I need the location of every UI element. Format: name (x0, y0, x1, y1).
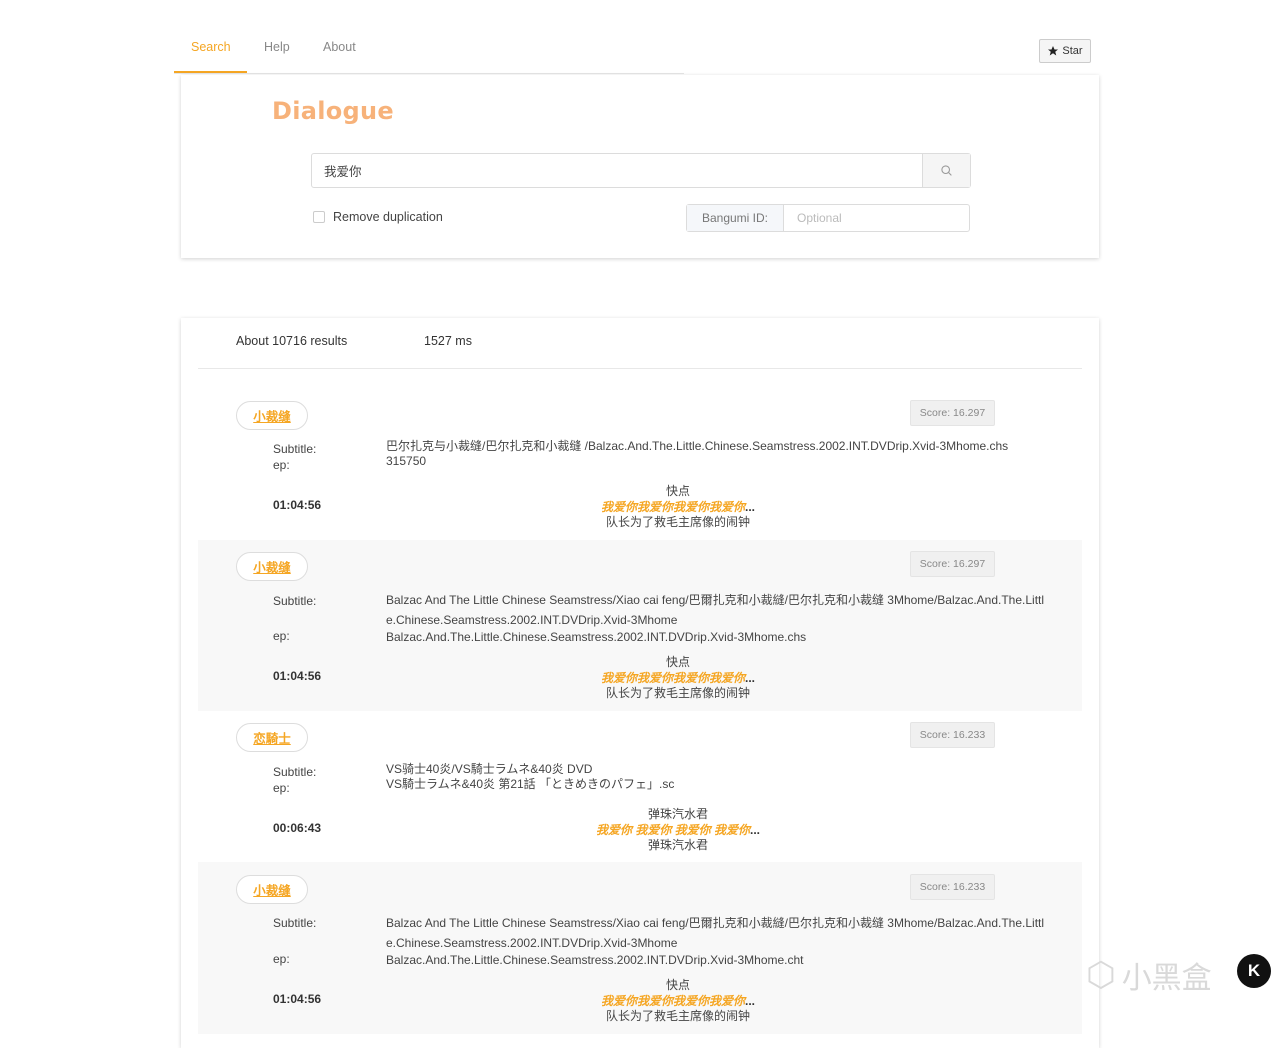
match-text: 我爱你 我爱你 我爱你 我爱你 (595, 823, 750, 837)
subtitle-label: Subtitle: (273, 442, 317, 456)
heybox-logo-letter: K (1247, 961, 1261, 980)
score-badge: Score: 16.233 (910, 874, 995, 900)
result-item: 恋騎士 Score: 16.233 Subtitle: ep: VS骑士40炎/… (198, 711, 1082, 862)
search-card: Dialogue Remove duplication Bangumi ID: (181, 75, 1099, 258)
query-time: 1527 ms (424, 334, 472, 348)
result-title-link[interactable]: 恋騎士 (236, 723, 308, 752)
ep-label: ep: (273, 629, 290, 643)
match-text: 我爱你我爱你我爱你我爱你 (600, 994, 745, 1008)
subtitle-label: Subtitle: (273, 916, 317, 930)
ep-value: Balzac.And.The.Little.Chinese.Seamstress… (386, 630, 807, 644)
context-after: 队长为了救毛主席像的闹钟 (605, 686, 750, 700)
score-badge: Score: 16.297 (910, 551, 995, 577)
context-before: 弹珠汽水君 (647, 807, 708, 821)
match-ellipsis: ... (745, 994, 756, 1008)
tab-help[interactable]: Help (264, 40, 290, 54)
bangumi-id-group: Bangumi ID: (686, 204, 970, 232)
search-icon (941, 165, 952, 176)
match-text: 我爱你我爱你我爱你我爱你 (600, 500, 745, 514)
result-title-link[interactable]: 小裁缝 (236, 875, 308, 904)
divider (198, 368, 1082, 369)
search-input[interactable] (312, 154, 922, 187)
bangumi-id-label: Bangumi ID: (687, 205, 784, 231)
match-ellipsis: ... (745, 500, 756, 514)
star-icon (1048, 46, 1059, 56)
match-ellipsis: ... (750, 823, 761, 837)
subtitle-value: Balzac And The Little Chinese Seamstress… (386, 590, 1051, 645)
score-badge: Score: 16.233 (910, 722, 995, 748)
subtitle-label: Subtitle: (273, 765, 317, 779)
subtitle-value: Balzac And The Little Chinese Seamstress… (386, 913, 1051, 968)
score-badge: Score: 16.297 (910, 400, 995, 426)
context-before: 快点 (665, 978, 690, 992)
ep-value: 315750 (386, 454, 427, 468)
result-item: 小裁缝 Score: 16.297 Subtitle: ep: Balzac A… (198, 540, 1082, 711)
subtitle-value: 巴尔扎克与小裁缝/巴尔扎克和小裁缝 /Balzac.And.The.Little… (386, 439, 1051, 469)
heybox-logo-icon: K (1237, 954, 1271, 988)
ep-label: ep: (273, 781, 290, 795)
match-ellipsis: ... (745, 671, 756, 685)
ep-label: ep: (273, 458, 290, 472)
context-before: 快点 (665, 484, 690, 498)
subtitle-text: VS骑士40炎/VS騎士ラムネ&40炎 DVD (386, 762, 593, 776)
remove-duplication-option[interactable]: Remove duplication (313, 210, 443, 224)
result-item: 小裁缝 Score: 16.233 Subtitle: ep: Balzac A… (198, 862, 1082, 1034)
heybox-mark-icon: ⬡ (1086, 955, 1116, 995)
context-after: 弹珠汽水君 (647, 838, 708, 852)
timestamp: 00:06:43 (273, 821, 322, 835)
context-before: 快点 (665, 655, 690, 669)
context-after: 队长为了救毛主席像的闹钟 (605, 1009, 750, 1023)
results-card: About 10716 results 1527 ms 小裁缝 Score: 1… (181, 318, 1099, 1048)
timestamp: 01:04:56 (273, 498, 322, 512)
tab-about[interactable]: About (323, 40, 356, 54)
match-text: 我爱你我爱你我爱你我爱你 (600, 671, 745, 685)
subtitle-text: Balzac And The Little Chinese Seamstress… (386, 916, 1045, 950)
ep-label: ep: (273, 952, 290, 966)
active-tab-indicator (174, 71, 247, 73)
subtitle-label: Subtitle: (273, 594, 317, 608)
page-title: Dialogue (272, 97, 395, 125)
result-title-link[interactable]: 小裁缝 (236, 552, 308, 581)
context-after: 队长为了救毛主席像的闹钟 (605, 515, 750, 529)
timestamp: 01:04:56 (273, 669, 322, 683)
subtitle-value: VS骑士40炎/VS騎士ラムネ&40炎 DVD VS騎士ラムネ&40炎 第21話… (386, 762, 1051, 792)
subtitle-text: 巴尔扎克与小裁缝/巴尔扎克和小裁缝 /Balzac.And.The.Little… (386, 439, 1009, 453)
result-count: About 10716 results (236, 334, 348, 348)
search-button[interactable] (922, 154, 970, 187)
tab-search[interactable]: Search (191, 40, 231, 54)
watermark-text: 小黑盒 (1121, 961, 1212, 996)
watermark: ⬡ 小黑盒 (1086, 953, 1212, 997)
timestamp: 01:04:56 (273, 992, 322, 1006)
search-box (311, 153, 971, 188)
remove-duplication-checkbox[interactable] (313, 211, 325, 223)
bangumi-id-input[interactable] (784, 205, 969, 231)
ep-value: Balzac.And.The.Little.Chinese.Seamstress… (386, 953, 804, 967)
star-button[interactable]: Star (1039, 39, 1091, 63)
subtitle-text: Balzac And The Little Chinese Seamstress… (386, 593, 1045, 627)
nav-tabs: Search Help About (174, 30, 684, 74)
remove-duplication-label: Remove duplication (333, 210, 443, 224)
star-label: Star (1062, 45, 1083, 57)
result-title-link[interactable]: 小裁缝 (236, 401, 308, 430)
ep-value: VS騎士ラムネ&40炎 第21話 「ときめきのパフェ」.sc (386, 777, 675, 791)
result-item: 小裁缝 Score: 16.297 Subtitle: ep: 巴尔扎克与小裁缝… (198, 388, 1082, 540)
